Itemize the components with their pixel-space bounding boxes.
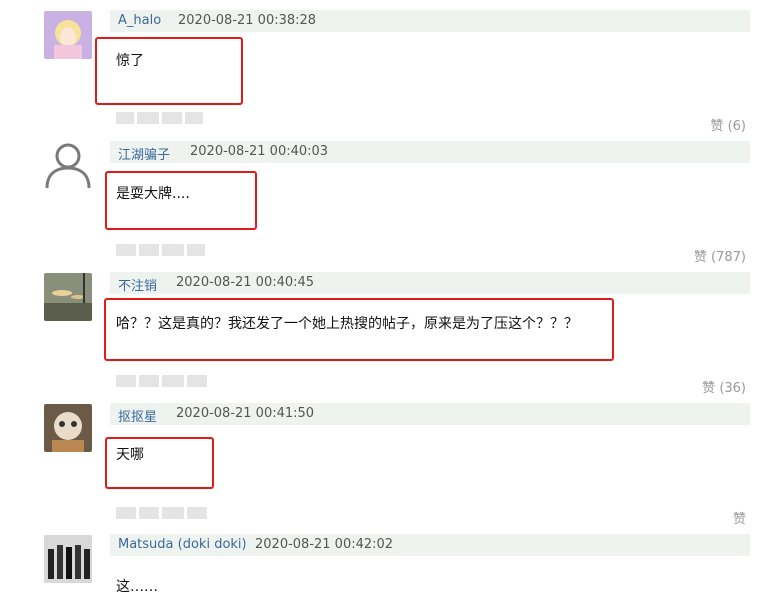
username-link[interactable]: 江湖骗子 xyxy=(118,144,170,163)
highlight-box xyxy=(95,37,243,105)
comment-header: Matsuda (doki doki) 2020-08-21 00:42:02 xyxy=(110,534,750,556)
comment-text: 是耍大牌.... xyxy=(116,186,190,202)
username-link[interactable]: 抠抠星 xyxy=(118,406,157,425)
like-button[interactable]: 赞 (787) xyxy=(694,246,746,265)
comment-header: 抠抠星 2020-08-21 00:41:50 xyxy=(110,403,750,425)
blurred-meta xyxy=(116,112,203,124)
username-link[interactable]: Matsuda (doki doki) xyxy=(118,537,247,552)
like-button[interactable]: 赞 (36) xyxy=(702,377,746,396)
avatar[interactable] xyxy=(44,404,92,452)
comment-time: 2020-08-21 00:40:45 xyxy=(176,275,315,290)
avatar[interactable] xyxy=(44,11,92,59)
like-count: (787) xyxy=(711,250,746,265)
like-label: 赞 xyxy=(693,250,707,265)
username-link[interactable]: 不注销 xyxy=(118,275,157,294)
like-button[interactable]: 赞 xyxy=(733,508,746,527)
like-button[interactable]: 赞 (6) xyxy=(710,115,746,134)
comment-time: 2020-08-21 00:38:28 xyxy=(178,13,317,28)
avatar[interactable] xyxy=(44,535,92,583)
like-label: 赞 xyxy=(710,119,724,134)
blurred-meta xyxy=(116,375,207,387)
like-count: (6) xyxy=(727,119,746,134)
comment-header: 不注销 2020-08-21 00:40:45 xyxy=(110,272,750,294)
username-link[interactable]: A_halo xyxy=(118,13,161,28)
like-label: 赞 xyxy=(732,512,746,527)
like-count: (36) xyxy=(719,381,746,396)
like-label: 赞 xyxy=(702,381,716,396)
blurred-meta xyxy=(116,507,207,519)
comment-text: 哈？？这是真的？我还发了一个她上热搜的帖子，原来是为了压这个？？？ xyxy=(116,316,578,332)
comment-time: 2020-08-21 00:40:03 xyxy=(190,144,329,159)
comment-header: A_halo 2020-08-21 00:38:28 xyxy=(110,10,750,32)
comment-text: 这…… xyxy=(116,579,158,595)
avatar[interactable] xyxy=(44,141,92,189)
comment-text: 天哪 xyxy=(116,447,144,463)
comment-header: 江湖骗子 2020-08-21 00:40:03 xyxy=(110,141,750,163)
comment-time: 2020-08-21 00:42:02 xyxy=(255,537,394,552)
comment-time: 2020-08-21 00:41:50 xyxy=(176,406,315,421)
comment-text: 惊了 xyxy=(116,53,144,69)
blurred-meta xyxy=(116,244,205,256)
avatar[interactable] xyxy=(44,273,92,321)
